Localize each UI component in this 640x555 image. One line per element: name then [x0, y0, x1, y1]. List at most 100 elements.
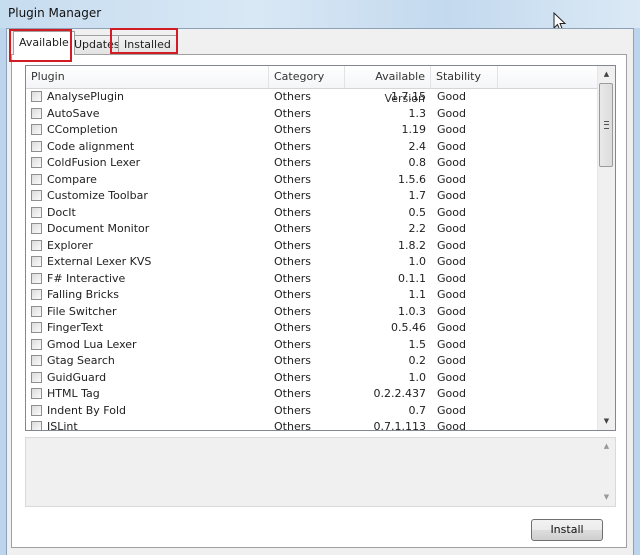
table-row[interactable]: AutoSave Others 1.3 Good — [26, 106, 599, 123]
row-checkbox[interactable] — [31, 124, 42, 135]
table-row[interactable]: Falling Bricks Others 1.1 Good — [26, 287, 599, 304]
row-checkbox[interactable] — [31, 404, 42, 416]
list-scrollbar[interactable]: ▲ ▼ — [597, 66, 615, 430]
install-button[interactable]: Install — [531, 519, 603, 541]
row-checkbox[interactable] — [31, 223, 42, 234]
table-row[interactable]: Customize Toolbar Others 1.7 Good — [26, 188, 599, 205]
row-checkbox[interactable] — [31, 256, 42, 267]
plugin-manager-window: Plugin Manager Available Updates Install… — [0, 0, 640, 555]
table-row[interactable]: GuidGuard Others 1.0 Good — [26, 370, 599, 387]
table-row[interactable]: Document Monitor Others 2.2 Good — [26, 221, 599, 238]
plugin-category: Others — [274, 271, 311, 285]
column-header-plugin[interactable]: Plugin — [26, 66, 269, 88]
row-checkbox[interactable] — [31, 91, 42, 102]
grip-icon — [604, 121, 609, 129]
row-checkbox[interactable] — [31, 388, 42, 399]
plugin-stability: Good — [437, 172, 466, 186]
table-row[interactable]: File Switcher Others 1.0.3 Good — [26, 304, 599, 321]
plugin-version: 0.5 — [408, 205, 427, 219]
plugin-category: Others — [274, 403, 311, 417]
table-row[interactable]: FingerText Others 0.5.46 Good — [26, 320, 599, 337]
plugin-version: 0.7.1.113 — [373, 420, 426, 431]
plugin-stability: Good — [437, 403, 466, 417]
dialog-client: Available Updates Installed Plugin Categ… — [6, 28, 634, 555]
plugin-stability: Good — [437, 304, 466, 318]
table-row[interactable]: DocIt Others 0.5 Good — [26, 205, 599, 222]
plugin-category: Others — [274, 156, 311, 169]
column-header-category[interactable]: Category — [269, 66, 345, 88]
row-checkbox[interactable] — [31, 157, 42, 168]
scroll-thumb[interactable] — [599, 83, 613, 167]
tab-updates[interactable]: Updates — [68, 35, 126, 54]
scroll-down-icon[interactable]: ▼ — [598, 489, 615, 506]
plugin-name: Gmod Lua Lexer — [47, 337, 137, 351]
plugin-version: 1.5 — [408, 337, 427, 351]
table-row[interactable]: HTML Tag Others 0.2.2.437 Good — [26, 386, 599, 403]
plugin-category: Others — [274, 354, 311, 367]
row-checkbox[interactable] — [31, 140, 42, 152]
column-header-filler — [498, 66, 599, 88]
table-row[interactable]: AnalysePlugin Others 1.7.15 Good — [26, 89, 599, 106]
plugin-version: 1.3 — [408, 106, 427, 120]
tab-available[interactable]: Available — [13, 31, 75, 55]
table-row[interactable]: CCompletion Others 1.19 Good — [26, 122, 599, 139]
table-row[interactable]: Code alignment Others 2.4 Good — [26, 139, 599, 156]
plugin-name: F# Interactive — [47, 271, 126, 285]
plugin-version: 1.7.15 — [391, 90, 426, 103]
tab-installed[interactable]: Installed — [118, 35, 177, 54]
row-checkbox[interactable] — [31, 190, 42, 201]
list-rows: AnalysePlugin Others 1.7.15 Good AutoSave Oth… — [26, 89, 599, 431]
row-checkbox[interactable] — [31, 272, 42, 284]
table-row[interactable]: Indent By Fold Others 0.7 Good — [26, 403, 599, 420]
table-row[interactable]: Compare Others 1.5.6 Good — [26, 172, 599, 189]
plugin-name: Compare — [47, 172, 97, 186]
plugin-name: File Switcher — [47, 304, 117, 318]
row-checkbox[interactable] — [31, 239, 42, 251]
column-header-available-version[interactable]: Available Version — [345, 66, 431, 105]
row-checkbox[interactable] — [31, 355, 42, 366]
plugin-category: Others — [274, 189, 311, 202]
row-checkbox[interactable] — [31, 322, 42, 333]
window-title: Plugin Manager — [8, 6, 102, 20]
table-row[interactable]: F# Interactive Others 0.1.1 Good — [26, 271, 599, 288]
plugin-version: 0.1.1 — [398, 271, 426, 285]
scroll-up-icon[interactable]: ▲ — [598, 438, 615, 455]
description-box[interactable]: ▲ ▼ — [25, 437, 616, 507]
plugin-stability: Good — [437, 139, 466, 153]
row-checkbox[interactable] — [31, 173, 42, 185]
table-row[interactable]: Gtag Search Others 0.2 Good — [26, 353, 599, 370]
plugin-category: Others — [274, 90, 311, 103]
scroll-up-icon[interactable]: ▲ — [598, 66, 615, 83]
plugin-name: AnalysePlugin — [47, 90, 124, 103]
plugin-category: Others — [274, 205, 311, 219]
plugin-list[interactable]: Plugin Category Available Version Stabil… — [25, 65, 616, 431]
table-row[interactable]: ColdFusion Lexer Others 0.8 Good — [26, 155, 599, 172]
plugin-version: 1.1 — [408, 288, 427, 301]
plugin-stability: Good — [437, 205, 466, 219]
row-checkbox[interactable] — [31, 371, 42, 383]
plugin-stability: Good — [437, 189, 466, 202]
scroll-down-icon[interactable]: ▼ — [598, 413, 615, 430]
plugin-category: Others — [274, 238, 311, 252]
window-frame-right — [634, 28, 640, 555]
row-checkbox[interactable] — [31, 338, 42, 350]
plugin-name: Code alignment — [47, 139, 135, 153]
plugin-name: Document Monitor — [47, 222, 150, 235]
row-checkbox[interactable] — [31, 206, 42, 218]
column-header-stability[interactable]: Stability — [431, 66, 498, 88]
table-row[interactable]: Gmod Lua Lexer Others 1.5 Good — [26, 337, 599, 354]
plugin-name: Customize Toolbar — [47, 189, 148, 202]
row-checkbox[interactable] — [31, 289, 42, 300]
plugin-name: ColdFusion Lexer — [47, 156, 141, 169]
row-checkbox[interactable] — [31, 305, 42, 317]
table-row[interactable]: External Lexer KVS Others 1.0 Good — [26, 254, 599, 271]
title-bar[interactable]: Plugin Manager — [0, 0, 640, 32]
row-checkbox[interactable] — [31, 107, 42, 119]
row-checkbox[interactable] — [31, 421, 42, 430]
plugin-name: Explorer — [47, 238, 93, 252]
plugin-version: 0.5.46 — [391, 321, 426, 334]
table-row[interactable]: JSLint Others 0.7.1.113 Good — [26, 419, 599, 431]
table-row[interactable]: Explorer Others 1.8.2 Good — [26, 238, 599, 255]
plugin-stability: Good — [437, 420, 466, 431]
description-scrollbar[interactable]: ▲ ▼ — [598, 438, 615, 506]
